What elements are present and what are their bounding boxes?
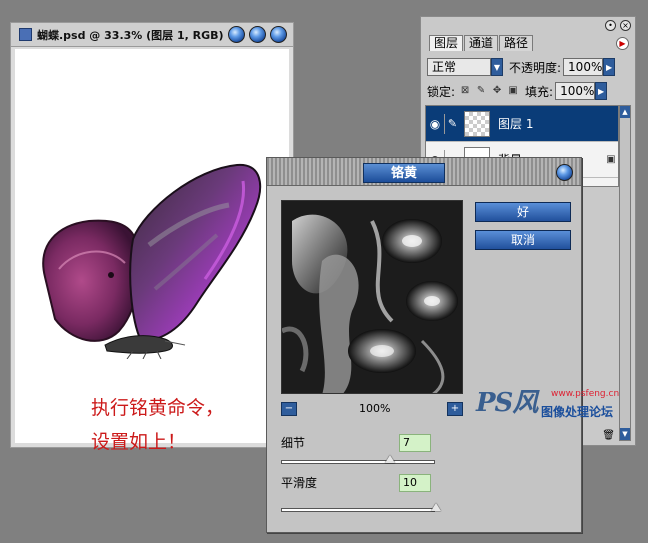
smoothness-input[interactable]: 10 [399,474,431,492]
panel-close-icon[interactable]: × [620,19,631,31]
panel-top-bar: • × [421,17,635,33]
tab-paths[interactable]: 路径 [499,35,534,51]
layer-lock-icon: ▣ [606,154,616,165]
watermark-url: www.psfeng.cn [551,389,620,399]
layer-thumbnail [464,110,490,137]
lock-transparency-icon[interactable]: ⊠ [459,85,471,97]
detail-slider[interactable] [281,455,435,464]
opacity-label: 不透明度: [509,60,562,75]
blend-row: 正常 ▼ 不透明度: 100% ▶ [421,55,635,79]
visibility-eye-icon[interactable]: ◉ [426,114,444,134]
minimize-icon[interactable] [228,26,245,43]
psd-file-icon [19,28,32,41]
cancel-button[interactable]: 取消 [475,230,571,250]
ok-button[interactable]: 好 [475,202,571,222]
fill-field[interactable]: 100% [555,82,596,100]
filter-preview[interactable] [281,200,463,394]
butterfly-image [42,163,262,359]
smoothness-slider-knob[interactable] [431,503,441,511]
opacity-field[interactable]: 100% [563,58,604,76]
chrome-preview-image [282,201,462,393]
zoom-in-button[interactable]: + [447,402,463,416]
watermark-forum: 图像处理论坛 [541,405,614,419]
document-canvas[interactable]: 执行铭黄命令， 设置如上！ [15,49,289,453]
document-title: 蝴蝶.psd @ 33.3% (图层 1, RGB) [37,28,224,42]
fill-stepper-icon[interactable]: ▶ [595,82,608,100]
detail-input[interactable]: 7 [399,434,431,452]
blend-mode-select[interactable]: 正常 [427,58,491,76]
layer-name: 图层 1 [498,117,534,131]
smoothness-slider[interactable] [281,503,441,512]
detail-label: 细节 [281,436,306,450]
detail-slider-knob[interactable] [384,455,395,463]
dialog-titlebar[interactable]: 铬黄 [267,158,581,186]
maximize-icon[interactable] [249,26,266,43]
lock-all-icon[interactable]: ▣ [507,85,519,97]
opacity-stepper-icon[interactable]: ▶ [603,58,616,76]
dialog-title: 铬黄 [363,163,445,183]
layer-row-layer1[interactable]: ◉ ✎ 图层 1 [426,106,618,142]
chrome-filter-dialog[interactable]: 铬黄 − 100% + 好 取消 细节 7 平滑度 10 [266,157,582,533]
fill-label: 填充: [525,84,554,99]
panel-collapse-icon[interactable]: • [605,19,616,31]
lock-label: 锁定: [427,84,456,99]
caption-line-1: 执行铭黄命令， [91,397,225,419]
trash-icon[interactable]: 🗑 [602,430,615,441]
scroll-up-icon[interactable]: ▲ [620,106,630,118]
blend-mode-dropdown-icon[interactable]: ▼ [491,58,503,76]
layer-scrollbar[interactable]: ▲ ▼ [619,105,631,441]
lock-row: 锁定: ⊠ ✎ ✥ ▣ 填充: 100% ▶ [421,79,635,103]
close-icon[interactable] [270,26,287,43]
tab-channels[interactable]: 通道 [464,35,499,51]
lock-move-icon[interactable]: ✥ [491,85,503,97]
zoom-out-button[interactable]: − [281,402,297,416]
smoothness-label: 平滑度 [281,476,318,490]
watermark: PS风 www.psfeng.cn 图像处理论坛 [476,382,619,419]
caption-line-2: 设置如上！ [91,431,187,453]
tab-layers[interactable]: 图层 [429,35,464,51]
document-window[interactable]: 蝴蝶.psd @ 33.3% (图层 1, RGB) 执行铭黄命令， 设置如上！ [10,22,294,453]
scroll-down-icon[interactable]: ▼ [620,428,630,440]
lock-paint-icon[interactable]: ✎ [475,85,487,97]
ps-feng-logo: PS风 [476,388,538,418]
panel-menu-icon[interactable]: ▶ [616,37,629,50]
dialog-close-icon[interactable] [556,164,573,181]
document-titlebar[interactable]: 蝴蝶.psd @ 33.3% (图层 1, RGB) [11,23,293,47]
panel-tabs: 图层 通道 路径 ▶ [421,35,635,51]
zoom-level: 100% [359,402,391,415]
brush-icon: ✎ [444,113,460,134]
